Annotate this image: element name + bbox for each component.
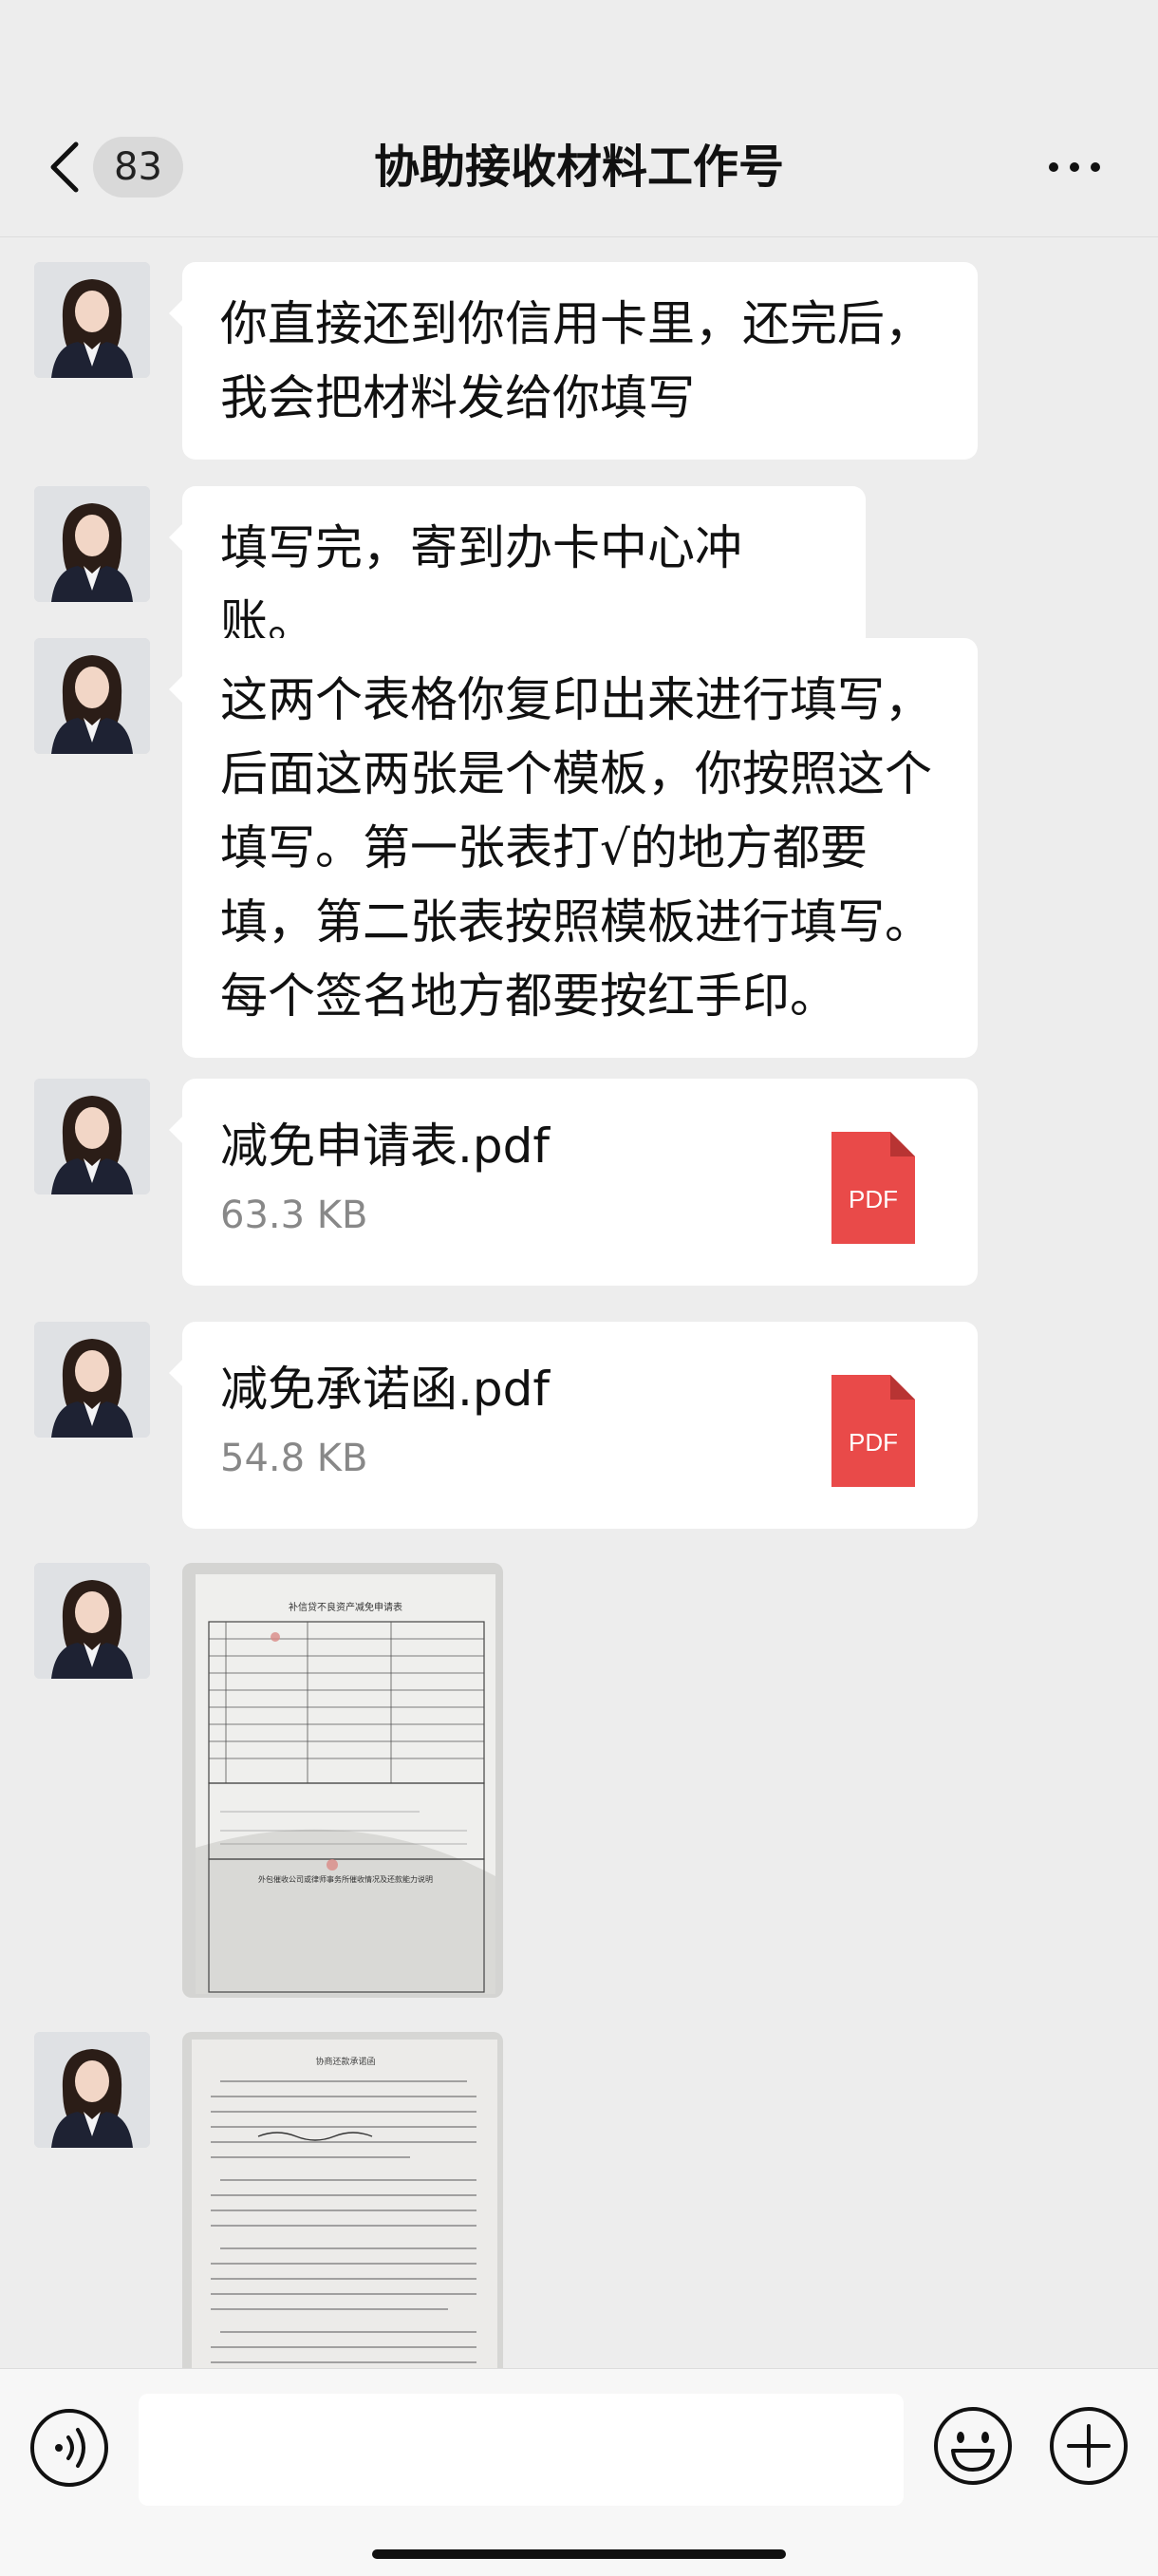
document-photo: 协商还款承诺函 [182, 2032, 503, 2368]
avatar[interactable] [34, 262, 150, 378]
header-divider [0, 236, 1158, 237]
home-indicator [372, 2549, 786, 2559]
document-title: 协商还款承诺函 [315, 2056, 375, 2067]
file-name: 减免承诺函.pdf [220, 1362, 550, 1417]
pdf-icon-label: PDF [849, 1185, 898, 1213]
file-size: 63.3 KB [220, 1194, 368, 1237]
image-message[interactable]: 补信贷不良资产减免申请表 外包催收公司或律师事务所催收情况及还款能力说明 [182, 1563, 503, 1998]
input-bar [0, 2368, 1158, 2576]
message-bubble[interactable]: 你直接还到你信用卡里，还完后，我会把材料发给你填写 [169, 262, 978, 460]
more-icon[interactable] [1044, 144, 1105, 190]
pdf-icon-label: PDF [849, 1428, 898, 1457]
message-input[interactable] [139, 2394, 904, 2506]
document-title: 补信贷不良资产减免申请表 [289, 1601, 402, 1613]
image-message[interactable]: 协商还款承诺函 [182, 2032, 503, 2368]
document-photo: 补信贷不良资产减免申请表 外包催收公司或律师事务所催收情况及还款能力说明 [182, 1563, 503, 1998]
voice-icon[interactable] [28, 2407, 110, 2489]
document-subtitle: 外包催收公司或律师事务所催收情况及还款能力说明 [258, 1874, 433, 1884]
avatar[interactable] [34, 1322, 150, 1438]
pdf-icon: PDF [831, 1375, 915, 1487]
chat-header: 83 协助接收材料工作号 [0, 0, 1158, 237]
file-message-bubble[interactable]: 减免申请表.pdf 63.3 KB PDF [169, 1079, 978, 1286]
file-name: 减免申请表.pdf [220, 1119, 550, 1174]
file-size: 54.8 KB [220, 1437, 368, 1480]
avatar[interactable] [34, 486, 150, 602]
avatar[interactable] [34, 2032, 150, 2148]
pdf-icon: PDF [831, 1132, 915, 1244]
emoji-icon[interactable] [932, 2405, 1014, 2487]
avatar[interactable] [34, 1079, 150, 1194]
file-message-bubble[interactable]: 减免承诺函.pdf 54.8 KB PDF [169, 1322, 978, 1529]
message-bubble[interactable]: 这两个表格你复印出来进行填写，后面这两张是个模板，你按照这个填写。第一张表打√的… [169, 638, 978, 1058]
chat-title: 协助接收材料工作号 [373, 141, 784, 194]
avatar[interactable] [34, 638, 150, 754]
plus-icon[interactable] [1048, 2405, 1130, 2487]
avatar[interactable] [34, 1563, 150, 1679]
